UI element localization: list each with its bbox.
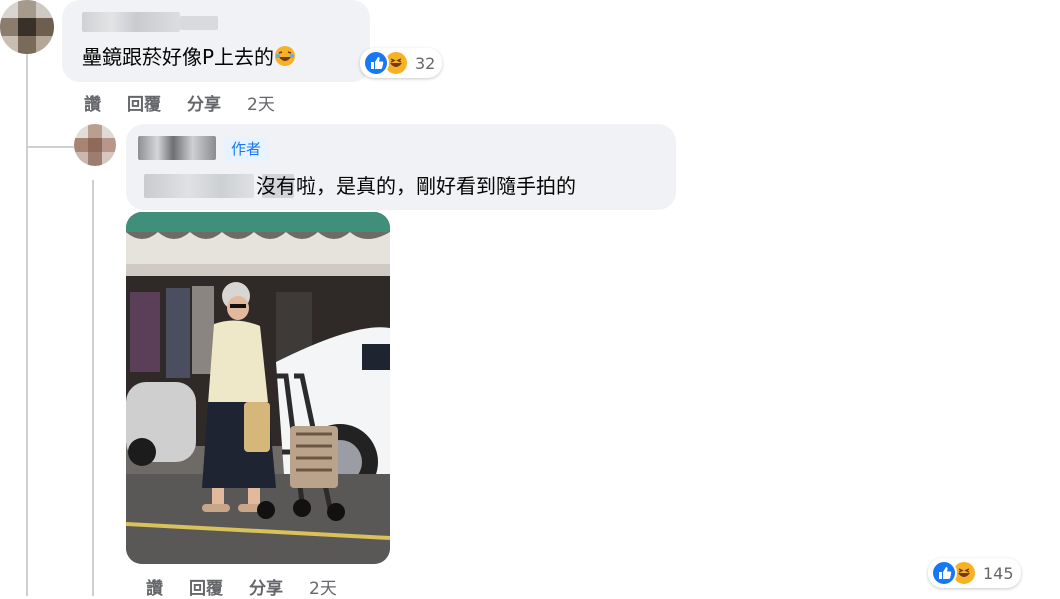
- comment-timestamp[interactable]: 2天: [247, 90, 275, 115]
- reply-reaction-count: 145: [983, 563, 1014, 583]
- like-button[interactable]: 讚: [84, 90, 101, 115]
- commenter-avatar[interactable]: [0, 0, 54, 54]
- reply-reply-button[interactable]: 回覆: [189, 574, 223, 599]
- comment-bubble: 壘鏡跟菸好像P上去的: [62, 0, 370, 82]
- author-badge: 作者: [224, 137, 269, 161]
- reply-button[interactable]: 回覆: [127, 90, 161, 115]
- reply-timestamp[interactable]: 2天: [309, 574, 337, 599]
- thread-line-main: [26, 52, 28, 596]
- reply-like-button[interactable]: 讚: [146, 574, 163, 599]
- reply-text: 沒有啦，是真的，剛好看到隨手拍的: [256, 174, 576, 198]
- commenter-name-redacted-tail: [180, 16, 218, 30]
- thread-line-reply: [92, 180, 94, 596]
- author-avatar[interactable]: [74, 124, 116, 166]
- commenter-name-redacted[interactable]: [82, 12, 180, 32]
- reply-actions: 讚 回覆 分享 2天: [146, 574, 337, 599]
- street-photo-illustration: [126, 212, 390, 564]
- laughing-emoji-icon: [275, 46, 296, 66]
- comment-text: 壘鏡跟菸好像P上去的: [82, 44, 296, 70]
- reply-photo[interactable]: [126, 212, 390, 564]
- reply-bubble: 作者 沒有啦，是真的，剛好看到隨手拍的: [126, 124, 676, 210]
- like-reaction-icon: [931, 560, 957, 586]
- mentioned-name-redacted[interactable]: [144, 174, 254, 198]
- like-reaction-icon: [363, 50, 389, 76]
- thread-line-connector: [26, 146, 74, 148]
- reply-share-button[interactable]: 分享: [249, 574, 283, 599]
- comment-actions: 讚 回覆 分享 2天: [84, 90, 275, 115]
- comment-reactions[interactable]: 32: [360, 48, 443, 78]
- reply-reactions[interactable]: 145: [928, 558, 1021, 588]
- reaction-count: 32: [415, 53, 436, 73]
- comment-text-content: 壘鏡跟菸好像P上去的: [82, 45, 275, 69]
- share-button[interactable]: 分享: [187, 90, 221, 115]
- author-name-redacted[interactable]: [138, 136, 216, 160]
